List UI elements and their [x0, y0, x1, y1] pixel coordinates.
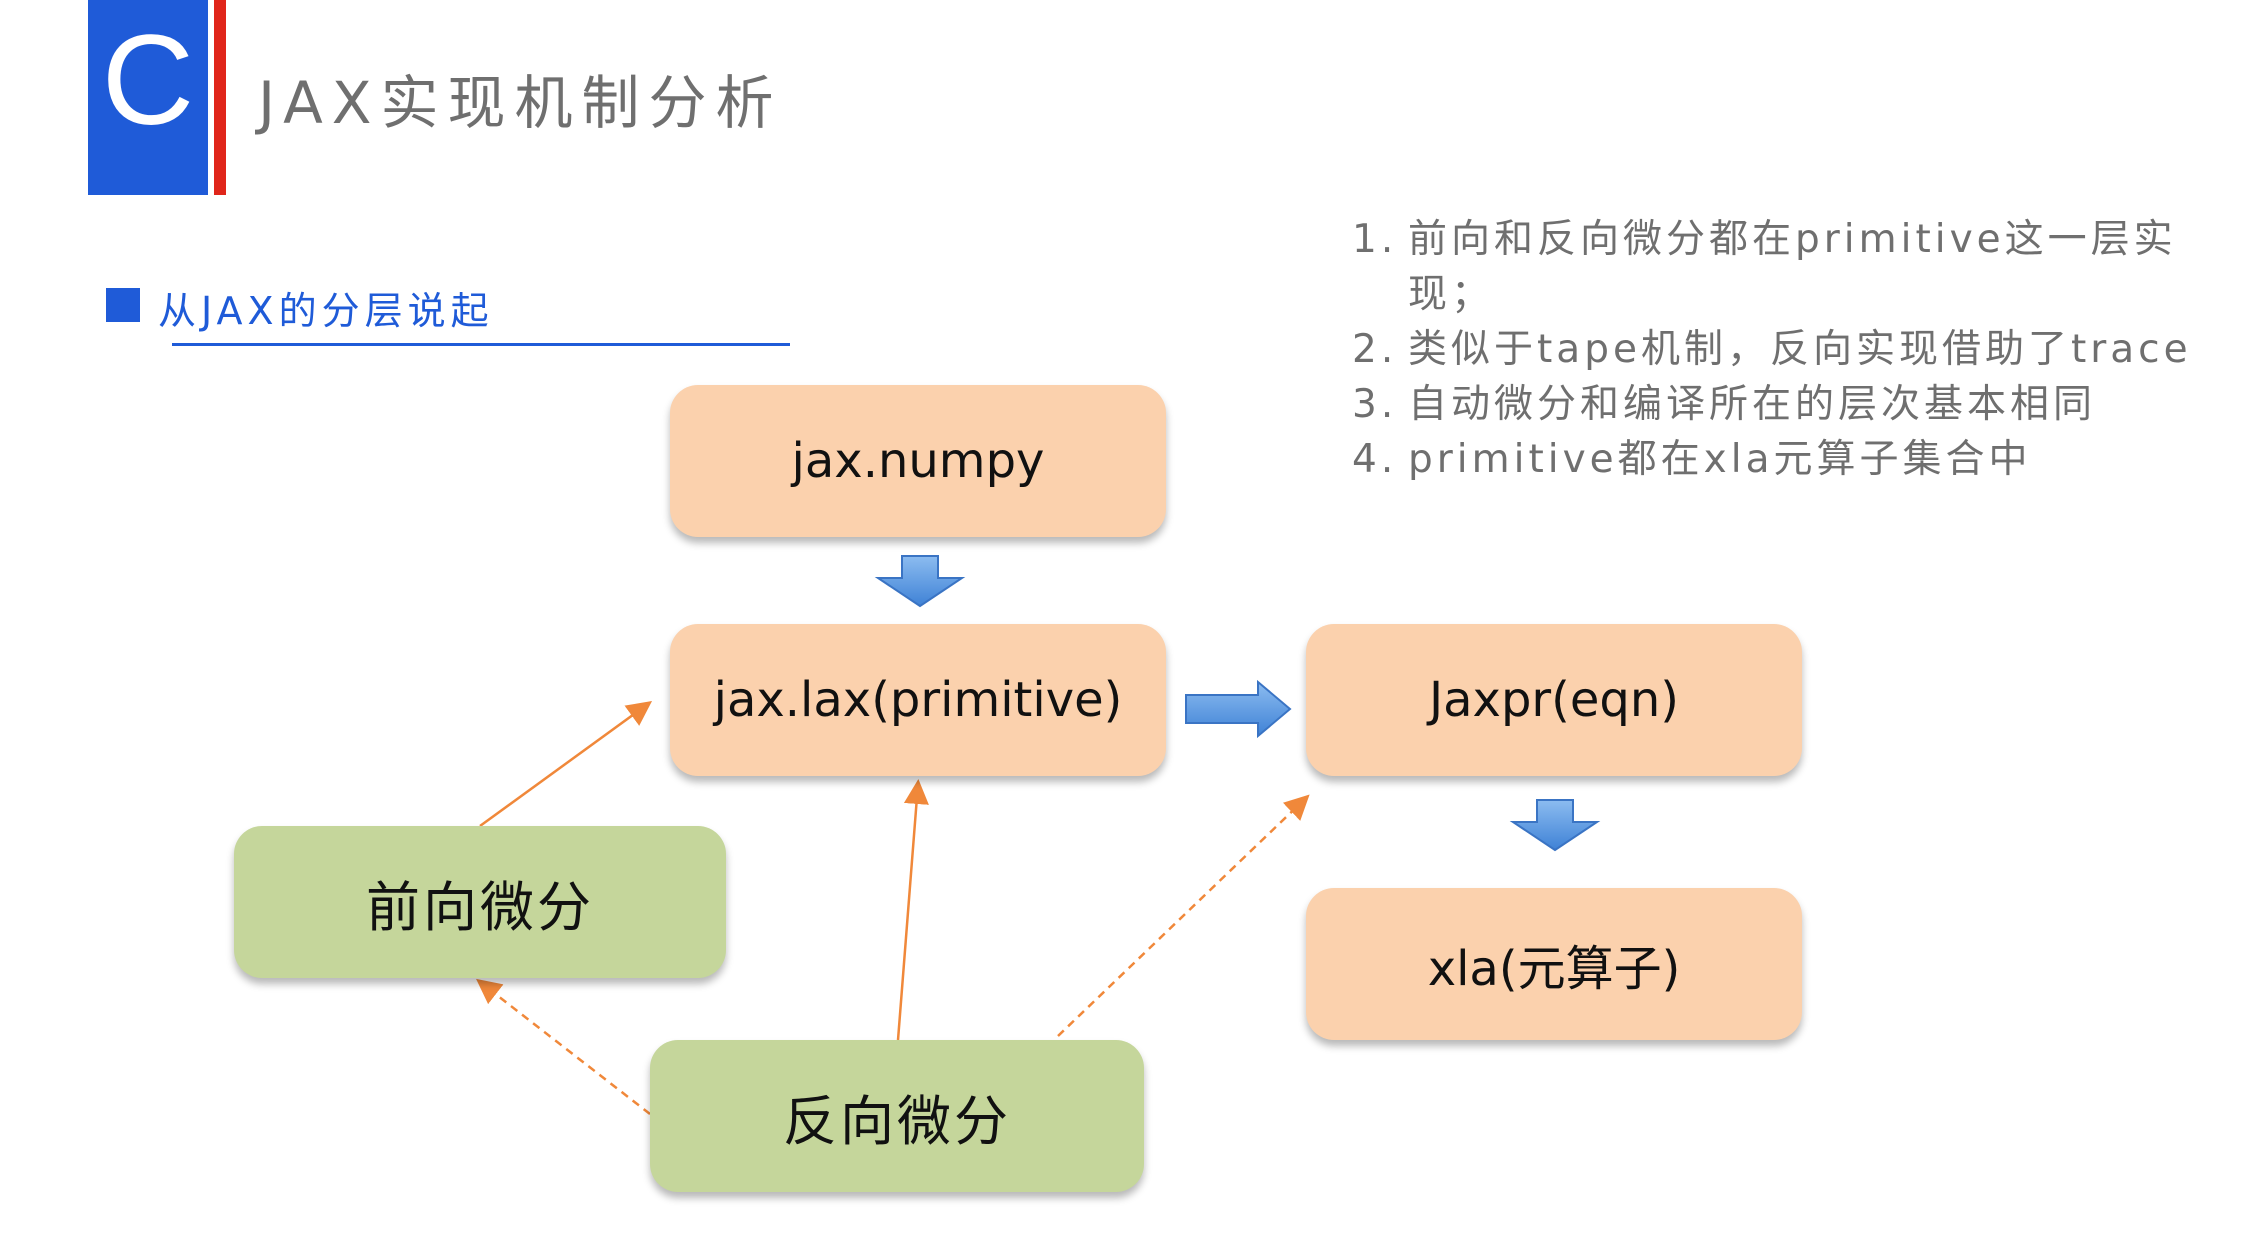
block-arrow-down-1: [874, 555, 966, 608]
note-item: 2. 类似于tape机制，反向实现借助了trace: [1352, 322, 2232, 377]
arrow-reverse-to-lax: [896, 779, 929, 1041]
node-jax-numpy-label: jax.numpy: [791, 433, 1045, 489]
node-jax-numpy: jax.numpy: [670, 385, 1166, 537]
node-reverse-diff: 反向微分: [650, 1040, 1144, 1192]
node-xla-label: xla(元算子): [1427, 941, 1681, 997]
note-text: 自动微分和编译所在的层次基本相同: [1408, 382, 2097, 427]
note-number: 2.: [1352, 327, 1398, 372]
note-item: 3. 自动微分和编译所在的层次基本相同: [1352, 377, 2232, 432]
note-number: 3.: [1352, 382, 1398, 427]
node-forward-diff-label: 前向微分: [366, 875, 594, 939]
block-arrow-right: [1185, 679, 1292, 739]
note-text: 类似于tape机制，反向实现借助了trace: [1408, 327, 2192, 372]
note-number: 1.: [1352, 217, 1398, 262]
arrow-reverse-to-forward: [476, 978, 651, 1115]
node-forward-diff: 前向微分: [234, 826, 726, 978]
block-arrow-down-2: [1509, 799, 1601, 852]
node-reverse-diff-label: 反向微分: [783, 1089, 1011, 1153]
node-jax-lax: jax.lax(primitive): [670, 624, 1166, 776]
note-item: 4. primitive都在xla元算子集合中: [1352, 432, 2232, 487]
node-jaxpr: Jaxpr(eqn): [1306, 624, 1802, 776]
note-text: primitive都在xla元算子集合中: [1408, 437, 2032, 482]
arrow-forward-to-lax: [479, 701, 653, 828]
node-jax-lax-label: jax.lax(primitive): [713, 672, 1123, 728]
arrow-reverse-to-jaxpr: [1057, 794, 1310, 1037]
notes-list: 1. 前向和反向微分都在primitive这一层实现； 2. 类似于tape机制…: [1352, 212, 2232, 487]
note-item: 1. 前向和反向微分都在primitive这一层实现；: [1352, 212, 2232, 322]
note-text: 前向和反向微分都在primitive这一层实现；: [1408, 217, 2177, 317]
note-number: 4.: [1352, 437, 1398, 482]
node-xla: xla(元算子): [1306, 888, 1802, 1040]
node-jaxpr-label: Jaxpr(eqn): [1428, 672, 1680, 728]
